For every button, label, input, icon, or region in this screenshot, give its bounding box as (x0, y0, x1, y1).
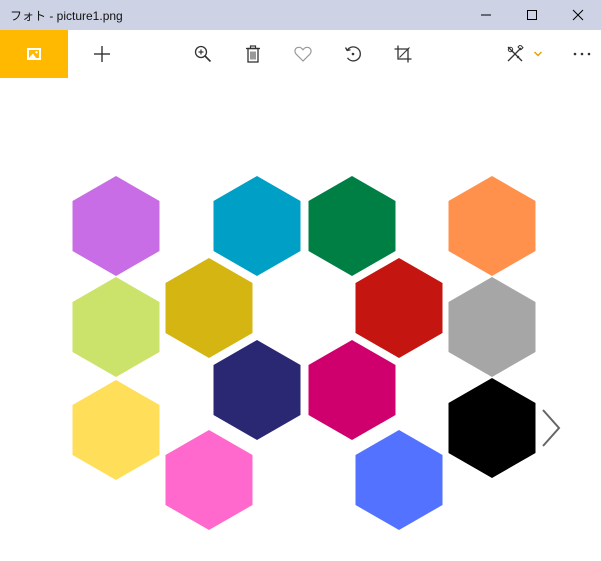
delete-button[interactable] (238, 30, 268, 78)
picture (72, 176, 536, 530)
zoom-in-icon (194, 45, 212, 63)
hexagon (308, 176, 396, 276)
rotate-icon (344, 45, 362, 63)
more-icon (573, 52, 591, 56)
maximize-button[interactable] (509, 0, 555, 30)
image-viewer-button[interactable] (0, 30, 68, 78)
maximize-icon (526, 9, 538, 21)
hexagon (448, 378, 536, 478)
edit-create-button[interactable] (500, 30, 530, 78)
crop-icon (394, 45, 412, 63)
close-icon (572, 9, 584, 21)
add-button[interactable] (87, 30, 117, 78)
edit-create-dropdown[interactable] (530, 30, 546, 78)
title-bar: フォト - picture1.png (0, 0, 601, 30)
hexagon (72, 277, 160, 377)
hexagon (72, 176, 160, 276)
hexagon (165, 258, 253, 358)
zoom-in-button[interactable] (188, 30, 218, 78)
image-viewer-icon (27, 48, 41, 60)
hexagon (448, 176, 536, 276)
close-button[interactable] (555, 0, 601, 30)
hexagon (72, 380, 160, 480)
hexagon (355, 430, 443, 530)
chevron-down-icon (533, 50, 543, 58)
add-icon (93, 45, 111, 63)
favorite-button[interactable] (288, 30, 318, 78)
hexagon (448, 277, 536, 377)
hexagon (165, 430, 253, 530)
window-title: フォト - picture1.png (10, 8, 123, 23)
next-image-button[interactable] (540, 408, 574, 460)
minimize-button[interactable] (463, 0, 509, 30)
hexagon (355, 258, 443, 358)
minimize-icon (480, 9, 492, 21)
edit-create-icon (506, 45, 524, 63)
hexagon (213, 340, 301, 440)
rotate-button[interactable] (338, 30, 368, 78)
toolbar (0, 30, 601, 78)
crop-button[interactable] (388, 30, 418, 78)
delete-icon (245, 45, 261, 63)
image-canvas (0, 78, 601, 561)
hexagon (308, 340, 396, 440)
favorite-icon (294, 46, 312, 62)
more-button[interactable] (568, 30, 596, 78)
hexagon (213, 176, 301, 276)
